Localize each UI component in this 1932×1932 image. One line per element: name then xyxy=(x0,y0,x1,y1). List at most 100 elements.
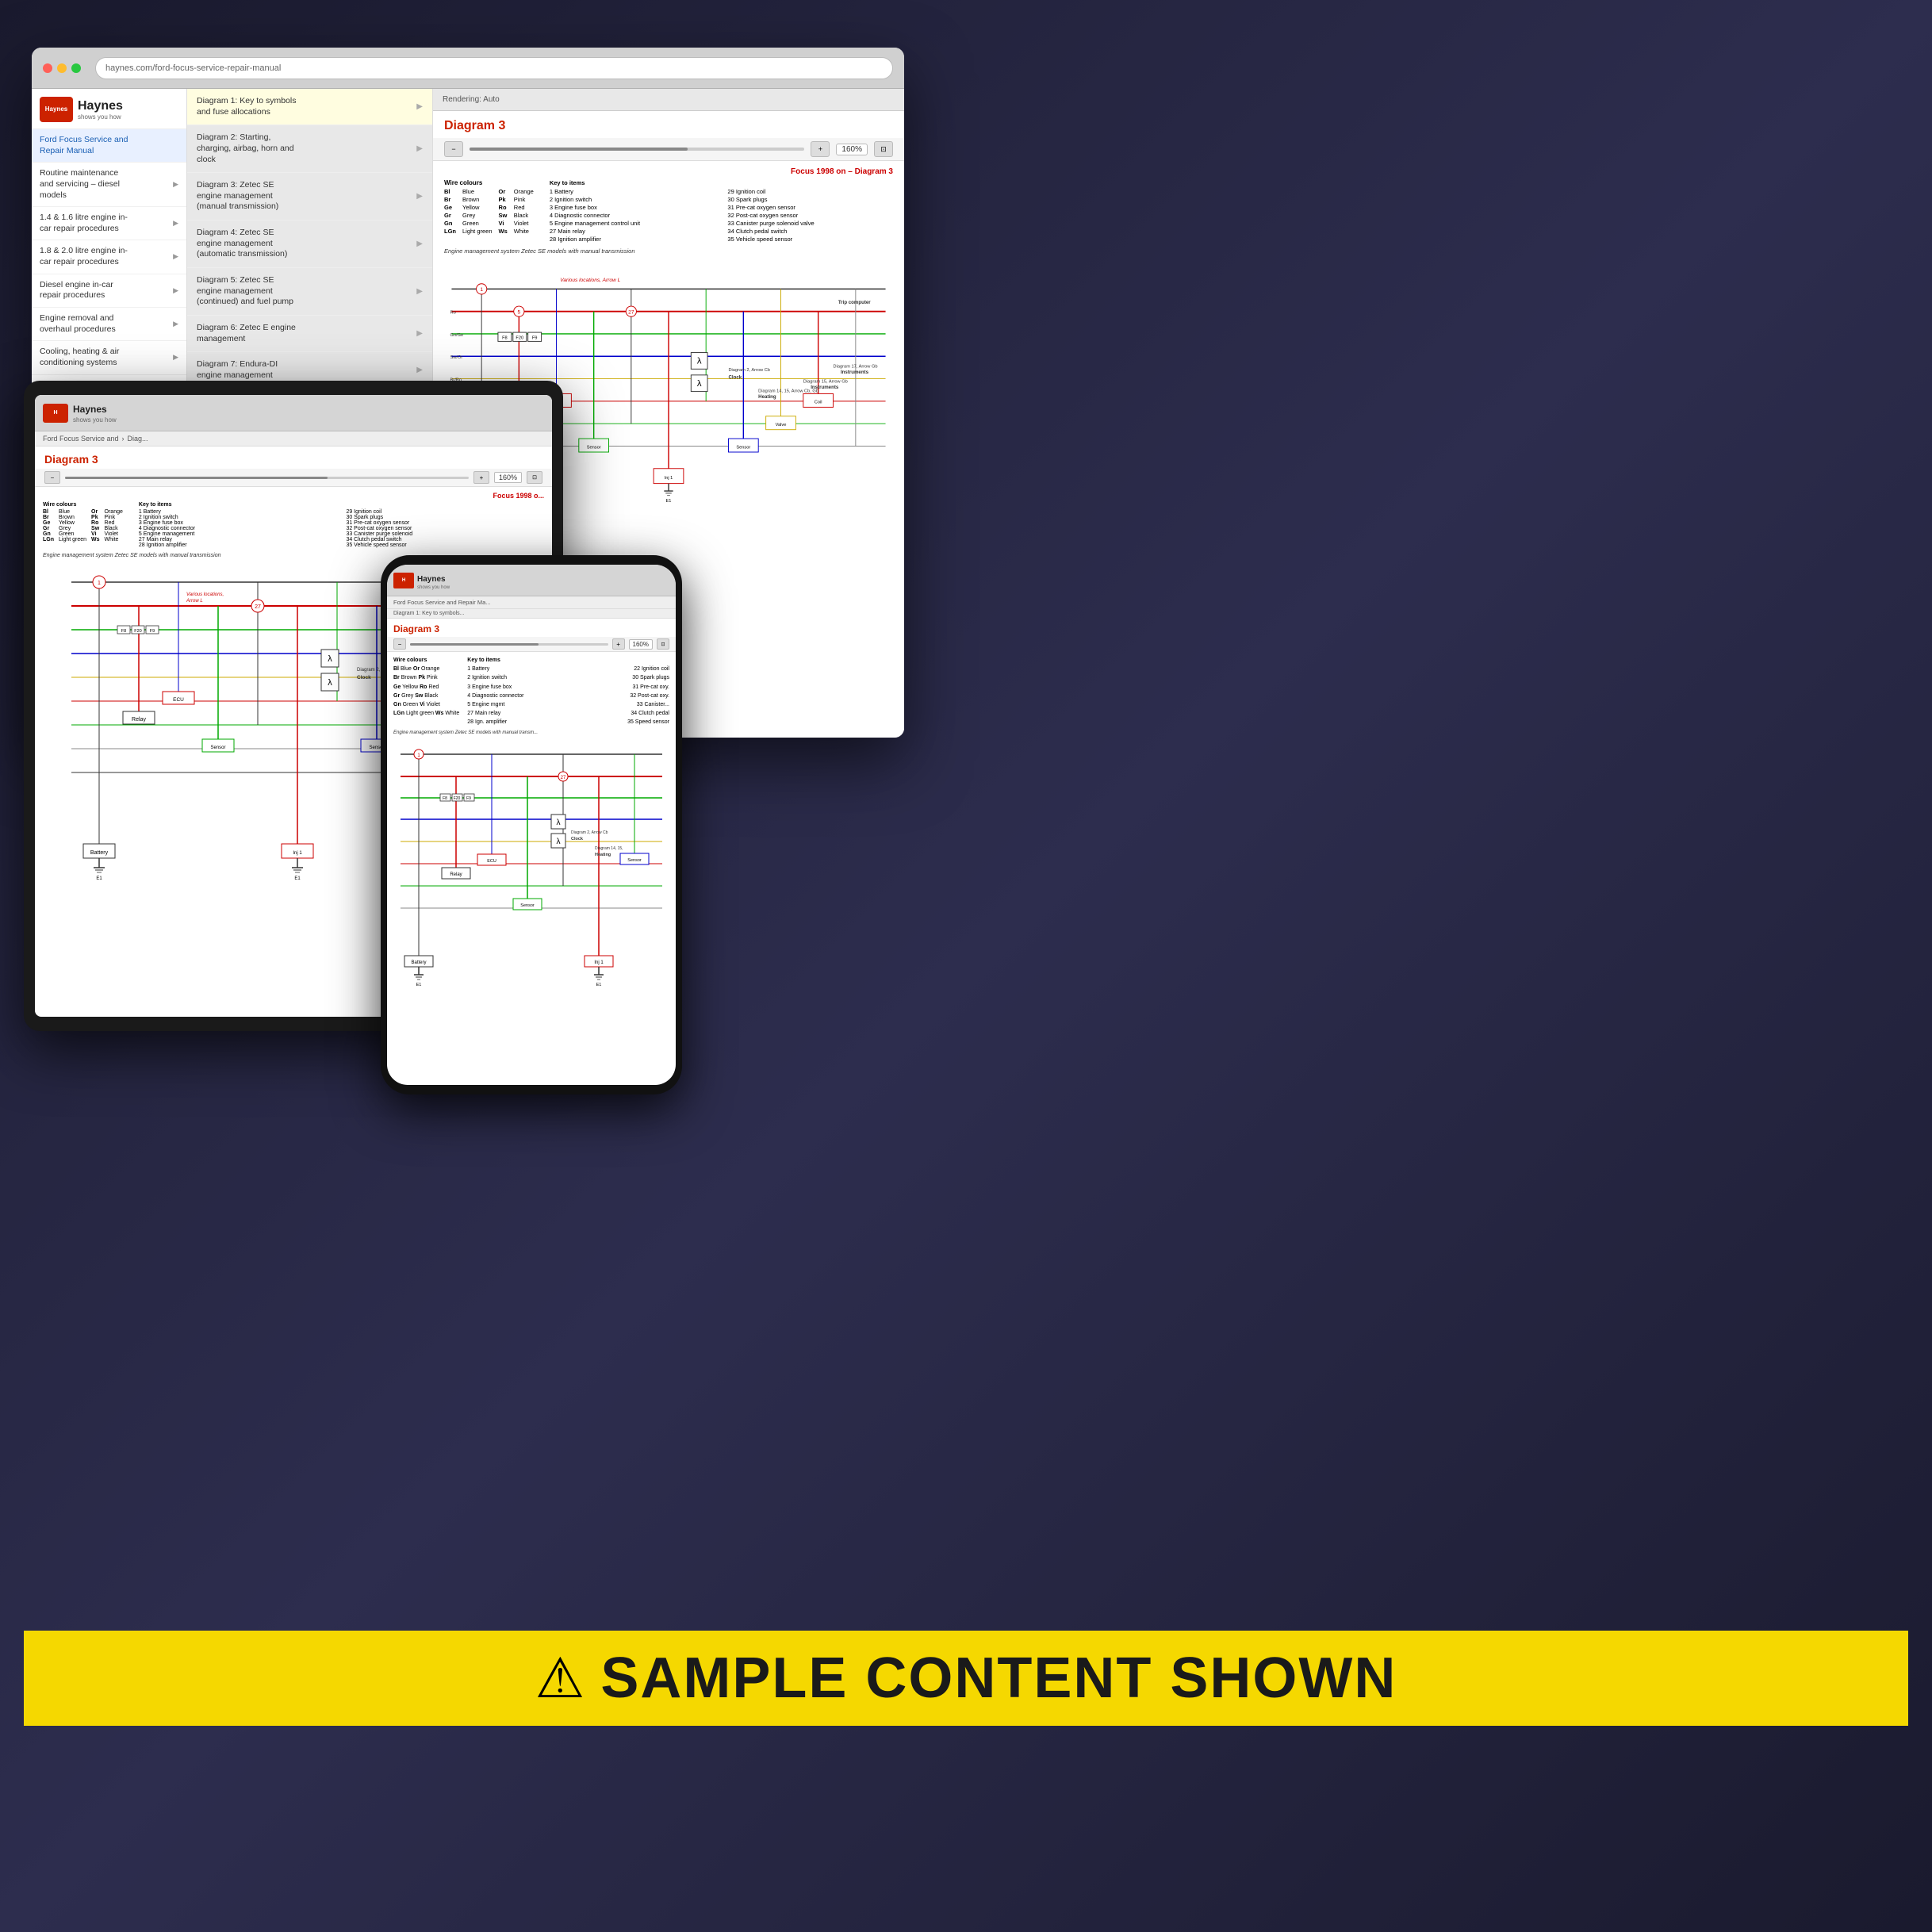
sidebar-item-manual-title[interactable]: Ford Focus Service andRepair Manual xyxy=(32,129,186,163)
zoom-in-button[interactable]: + xyxy=(811,141,830,157)
svg-text:λ: λ xyxy=(557,838,561,846)
address-bar[interactable]: haynes.com/ford-focus-service-repair-man… xyxy=(95,57,893,79)
phone-haynes-logo: H xyxy=(393,573,414,588)
svg-text:F8: F8 xyxy=(443,796,447,801)
chevron-right-icon: ▶ xyxy=(173,286,178,296)
fit-button[interactable]: ⊡ xyxy=(874,141,893,157)
chevron-right-icon: ▶ xyxy=(416,191,423,201)
chevron-right-icon: ▶ xyxy=(173,219,178,228)
chevron-right-icon: ▶ xyxy=(416,365,423,375)
svg-text:Trip computer: Trip computer xyxy=(838,300,871,305)
svg-text:E1: E1 xyxy=(596,983,602,987)
menu-item-diagram2[interactable]: Diagram 2: Starting,charging, airbag, ho… xyxy=(187,125,432,173)
phone-toolbar: − + 160% ⊡ xyxy=(387,637,676,652)
svg-text:E1: E1 xyxy=(666,499,672,504)
chevron-right-icon: ▶ xyxy=(416,144,423,154)
chevron-right-icon: ▶ xyxy=(416,286,423,297)
wire-colours-heading: Wire colours xyxy=(444,179,534,186)
sidebar-item-14-16[interactable]: 1.4 & 1.6 litre engine in-car repair pro… xyxy=(32,207,186,240)
tablet-brand-name: Haynes xyxy=(73,404,107,415)
rendering-bar: Rendering: Auto xyxy=(433,89,904,111)
wire-colour-table: BlBlueOrOrange BrBrownPkPink GeYellowRoR… xyxy=(444,188,534,235)
diagram-title: Diagram 3 xyxy=(433,111,904,138)
sidebar-item-label: Cooling, heating & airconditioning syste… xyxy=(40,347,119,368)
tablet-wire-colours-heading: Wire colours xyxy=(43,502,123,508)
svg-text:Battery: Battery xyxy=(411,960,426,965)
chevron-right-icon: ▶ xyxy=(173,252,178,262)
phone-wiring-svg: Battery Relay ECU Sensor Inj 1 Sensor 1 … xyxy=(393,738,669,992)
phone-zoom-out-button[interactable]: − xyxy=(393,638,406,650)
svg-text:λ: λ xyxy=(697,379,702,389)
breadcrumb-separator: › xyxy=(122,435,125,443)
sidebar-item-label: Diesel engine in-carrepair procedures xyxy=(40,280,113,301)
sidebar-item-diesel[interactable]: Diesel engine in-carrepair procedures ▶ xyxy=(32,274,186,308)
tablet-colour-grid: BlBlueOrOrange BrBrownPkPink GeYellowRoR… xyxy=(43,509,123,542)
haynes-brand-name: Haynes xyxy=(78,99,123,113)
tablet-key-items-grid: 1 Battery29 Ignition coil 2 Ignition swi… xyxy=(139,509,544,548)
phone-wire-colours-title: Wire colours xyxy=(393,656,459,665)
phone-breadcrumb: Ford Focus Service and Repair Ma... xyxy=(387,596,676,609)
haynes-tagline: shows you how xyxy=(78,113,123,121)
svg-text:F20: F20 xyxy=(454,796,461,801)
tablet-zoom-in-button[interactable]: + xyxy=(473,471,489,484)
svg-text:Various locations,: Various locations, xyxy=(186,592,224,597)
phone-legend: Wire colours Bl Blue Or Orange Br Brown … xyxy=(393,656,669,727)
menu-item-label: Diagram 3: Zetec SEengine management(man… xyxy=(197,180,278,213)
svg-text:Diagram 14, 15, Arrow Cb, Gb: Diagram 14, 15, Arrow Cb, Gb xyxy=(758,389,818,394)
phone-fit-button[interactable]: ⊡ xyxy=(657,638,669,650)
svg-text:27: 27 xyxy=(628,309,634,315)
svg-text:Diagram 2, Arrow Cb: Diagram 2, Arrow Cb xyxy=(728,368,770,373)
tablet-breadcrumb-2: Diag... xyxy=(128,435,148,443)
sidebar-item-engine-removal[interactable]: Engine removal andoverhaul procedures ▶ xyxy=(32,308,186,341)
chevron-right-icon: ▶ xyxy=(416,102,423,112)
tablet-wiring-legend: Wire colours BlBlueOrOrange BrBrownPkPin… xyxy=(43,502,544,548)
phone-content: Wire colours Bl Blue Or Orange Br Brown … xyxy=(387,652,676,1085)
svg-text:Diagram 15, Arrow Gb: Diagram 15, Arrow Gb xyxy=(803,379,848,384)
svg-text:Arrow L: Arrow L xyxy=(186,599,203,604)
svg-text:ECU: ECU xyxy=(173,697,184,703)
tablet-zoom-display: 160% xyxy=(494,472,522,483)
menu-item-label: Diagram 7: Endura-DIengine management xyxy=(197,359,278,381)
maximize-button[interactable] xyxy=(71,63,81,73)
svg-text:Instruments: Instruments xyxy=(841,370,869,375)
svg-text:λ: λ xyxy=(697,357,702,366)
minimize-button[interactable] xyxy=(57,63,67,73)
sidebar-item-18-20[interactable]: 1.8 & 2.0 litre engine in-car repair pro… xyxy=(32,240,186,274)
menu-item-diagram5[interactable]: Diagram 5: Zetec SEengine management(con… xyxy=(187,268,432,316)
menu-item-diagram1[interactable]: Diagram 1: Key to symbolsand fuse alloca… xyxy=(187,89,432,125)
sidebar-item-cooling[interactable]: Cooling, heating & airconditioning syste… xyxy=(32,341,186,374)
close-button[interactable] xyxy=(43,63,52,73)
phone-zoom-display: 160% xyxy=(629,639,653,650)
svg-text:Inj 1: Inj 1 xyxy=(665,476,673,481)
menu-item-diagram6[interactable]: Diagram 6: Zetec E enginemanagement ▶ xyxy=(187,316,432,352)
sidebar-item-label: Routine maintenanceand servicing – diese… xyxy=(40,168,120,201)
sidebar-item-routine-maintenance[interactable]: Routine maintenanceand servicing – diese… xyxy=(32,163,186,207)
svg-text:E1: E1 xyxy=(294,876,301,881)
svg-text:Valve: Valve xyxy=(776,423,787,427)
phone-brand-name: Haynes xyxy=(417,575,446,584)
svg-text:Diagram 17, Arrow Gb: Diagram 17, Arrow Gb xyxy=(834,364,878,369)
key-items-heading: Key to items xyxy=(550,179,893,186)
svg-text:λ: λ xyxy=(328,654,332,664)
svg-text:λ: λ xyxy=(557,818,561,827)
svg-text:Inj 1: Inj 1 xyxy=(594,960,604,965)
menu-item-diagram3[interactable]: Diagram 3: Zetec SEengine management(man… xyxy=(187,173,432,220)
browser-chrome: haynes.com/ford-focus-service-repair-man… xyxy=(32,48,904,89)
chevron-right-icon: ▶ xyxy=(416,239,423,249)
svg-text:1: 1 xyxy=(98,581,101,586)
tablet-toolbar: − + 160% ⊡ xyxy=(35,469,552,487)
tablet-zoom-out-button[interactable]: − xyxy=(44,471,60,484)
svg-text:F8: F8 xyxy=(121,629,126,634)
svg-text:F8: F8 xyxy=(502,336,508,341)
tablet-tagline: shows you how xyxy=(73,416,117,424)
diagram-heading: Focus 1998 on – Diagram 3 xyxy=(444,167,893,176)
tablet-key-items-heading: Key to items xyxy=(139,502,544,508)
svg-text:E1: E1 xyxy=(96,876,102,881)
scene: haynes.com/ford-focus-service-repair-man… xyxy=(0,0,1932,1932)
tablet-fit-button[interactable]: ⊡ xyxy=(527,471,542,484)
svg-text:Coil: Coil xyxy=(815,401,822,405)
zoom-out-button[interactable]: − xyxy=(444,141,463,157)
svg-text:Sensor: Sensor xyxy=(627,858,642,863)
phone-zoom-in-button[interactable]: + xyxy=(612,638,625,650)
menu-item-diagram4[interactable]: Diagram 4: Zetec SEengine management(aut… xyxy=(187,220,432,268)
